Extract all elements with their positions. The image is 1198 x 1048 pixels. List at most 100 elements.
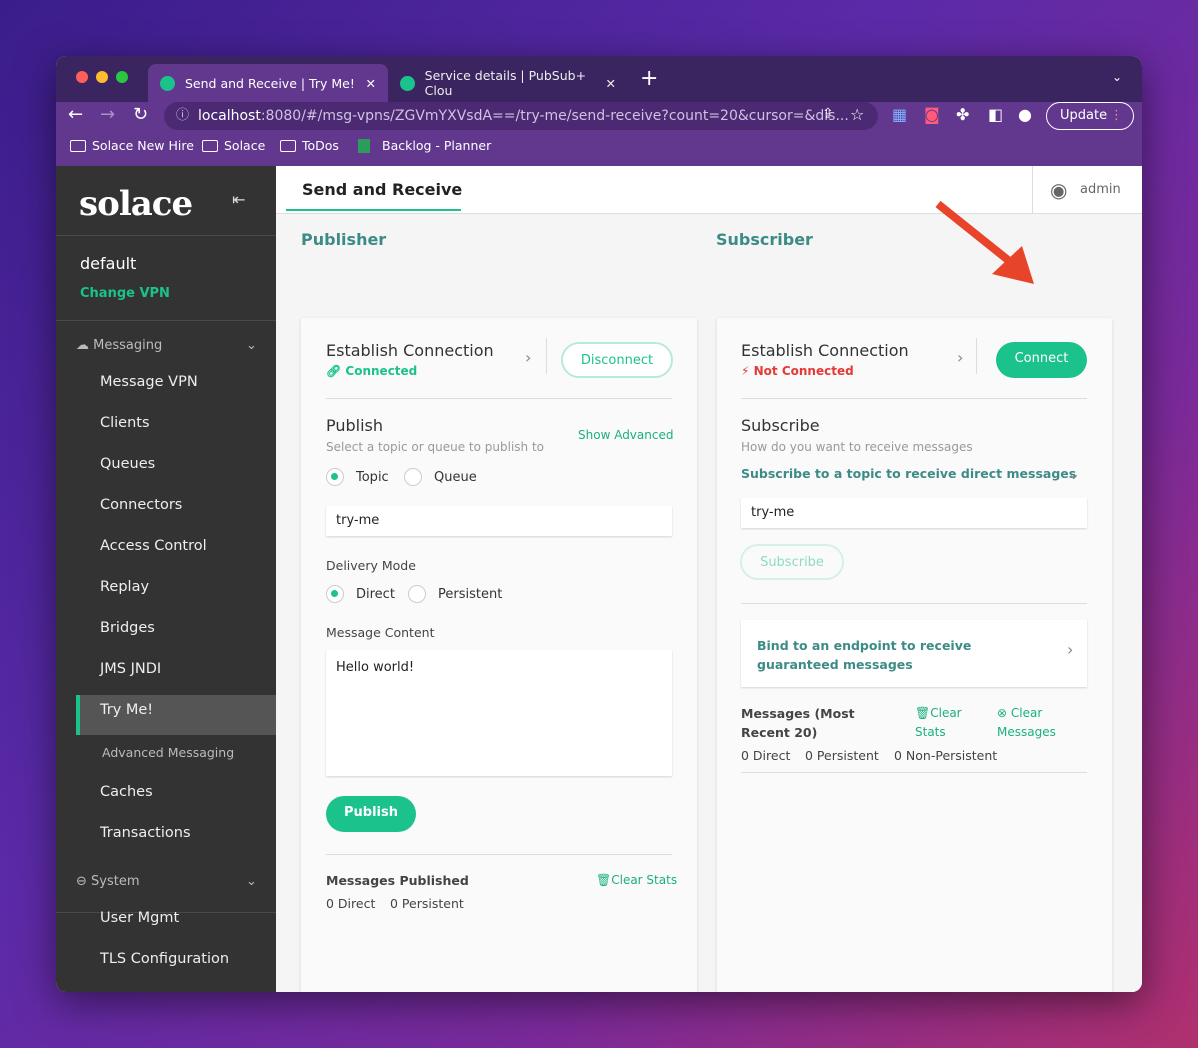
messaging-section[interactable]: ☁ Messaging ⌄	[76, 338, 257, 353]
close-tab-icon[interactable]: ✕	[606, 76, 616, 91]
persistent-radio[interactable]	[408, 585, 426, 603]
persistent-label: Persistent	[438, 587, 503, 602]
bookmark-label: Solace	[224, 138, 266, 153]
system-section[interactable]: ⊖ System ⌄	[76, 874, 257, 889]
divider	[326, 398, 672, 399]
collapse-sidebar-icon[interactable]: ⇤	[232, 190, 245, 209]
subscribe-button[interactable]: Subscribe	[740, 544, 844, 580]
update-button[interactable]: Update ⋮	[1046, 102, 1134, 130]
sidebar-item-jms-jndi[interactable]: JMS JNDI	[100, 661, 161, 677]
sidebar-item-caches[interactable]: Caches	[100, 784, 153, 800]
bookmark-todos[interactable]: ToDos	[280, 138, 339, 153]
forward-icon[interactable]: →	[100, 104, 115, 125]
subscriber-title: Subscriber	[716, 230, 813, 249]
queue-radio[interactable]	[404, 468, 422, 486]
link-icon: 🔗︎	[326, 364, 342, 378]
sidebar-item-clients[interactable]: Clients	[100, 415, 150, 431]
close-circle-icon: ⊗	[997, 706, 1008, 720]
subscribe-subtitle: How do you want to receive messages	[741, 440, 973, 454]
sidebar-item-replay[interactable]: Replay	[100, 579, 149, 595]
tab-bar: Send and Receive | Try Me! ✕ Service deta…	[56, 56, 1142, 102]
user-name[interactable]: admin	[1080, 182, 1121, 197]
chevron-right-icon[interactable]: ›	[525, 348, 531, 367]
bookmark-label: Backlog - Planner	[382, 138, 492, 153]
folder-icon	[70, 139, 86, 152]
chevron-right-icon[interactable]: ›	[957, 348, 963, 367]
clear-messages-button[interactable]: ⊗ Clear Messages	[997, 704, 1077, 742]
profile-icon[interactable]: ●	[1018, 105, 1032, 124]
minimize-window-button[interactable]	[96, 71, 108, 83]
message-content-label: Message Content	[326, 625, 435, 640]
connect-button[interactable]: Connect	[996, 342, 1087, 378]
establish-connection-title: Establish Connection	[326, 341, 494, 360]
new-tab-button[interactable]: +	[640, 66, 658, 91]
extensions-icon[interactable]: ✤	[956, 105, 969, 124]
messages-published-label: Messages Published	[326, 873, 469, 888]
section-label: System	[91, 874, 140, 889]
direct-count: 0 Direct	[326, 896, 376, 911]
topic-radio[interactable]	[326, 468, 344, 486]
topic-subscription-input[interactable]: try-me	[741, 498, 1087, 528]
sidebar-item-try-me[interactable]: Try Me!	[100, 702, 153, 718]
delivery-mode-label: Delivery Mode	[326, 558, 416, 573]
bookmark-solace-new-hire[interactable]: Solace New Hire	[70, 138, 194, 153]
status-text: Connected	[345, 364, 418, 378]
address-bar[interactable]: ⓘ localhost:8080/#/msg-vpns/ZGVmYXVsdA==/…	[164, 102, 878, 130]
maximize-window-button[interactable]	[116, 71, 128, 83]
solace-logo[interactable]: solace	[79, 184, 193, 224]
publish-button[interactable]: Publish	[326, 796, 416, 832]
tab-title: Send and Receive | Try Me!	[185, 75, 355, 91]
bookmark-backlog[interactable]: Backlog - Planner	[358, 138, 491, 153]
grid-extension-icon[interactable]: ▦	[892, 105, 907, 124]
tab-search-chevron-icon[interactable]: ⌄	[1112, 70, 1122, 84]
sidebar-item-tls-configuration[interactable]: TLS Configuration	[100, 951, 229, 967]
status-text: Not Connected	[753, 364, 854, 378]
annotation-arrow-icon	[935, 200, 1034, 284]
clear-stats-button[interactable]: 🗑︎Clear Stats	[596, 873, 677, 887]
sidebar-item-user-mgmt[interactable]: User Mgmt	[100, 910, 179, 926]
clear-stats-button[interactable]: 🗑︎Clear Stats	[915, 704, 985, 742]
sidebar-item-connectors[interactable]: Connectors	[100, 497, 182, 513]
sidebar-item-advanced-messaging[interactable]: Advanced Messaging	[102, 745, 234, 760]
direct-radio[interactable]	[326, 585, 344, 603]
star-icon[interactable]: ☆	[850, 105, 864, 124]
sidebar-item-access-control[interactable]: Access Control	[100, 538, 207, 554]
bookmark-solace[interactable]: Solace	[202, 138, 265, 153]
publish-subtitle: Select a topic or queue to publish to	[326, 440, 544, 454]
pocket-icon[interactable]: ◙	[924, 105, 940, 124]
sidepanel-icon[interactable]: ◧	[988, 105, 1003, 124]
clear-stats-label: Clear Stats	[611, 873, 678, 887]
subscribe-mode-select[interactable]: Subscribe to a topic to receive direct m…	[741, 466, 1076, 481]
bind-endpoint-panel[interactable]: Bind to an endpoint to receive guarantee…	[741, 620, 1087, 687]
show-advanced-link[interactable]: Show Advanced	[578, 428, 673, 442]
chevron-down-icon[interactable]: ⌄	[1067, 464, 1080, 483]
divider	[741, 398, 1087, 399]
user-avatar-icon[interactable]: ◉	[1050, 178, 1067, 202]
publish-title: Publish	[326, 416, 384, 435]
close-window-button[interactable]	[76, 71, 88, 83]
reload-icon[interactable]: ↻	[133, 104, 148, 125]
sidebar-item-queues[interactable]: Queues	[100, 456, 155, 472]
tab-send-receive-page[interactable]: Send and Receive	[302, 180, 462, 199]
url-host: localhost	[198, 108, 261, 124]
bookmark-label: ToDos	[302, 138, 339, 153]
close-tab-icon[interactable]: ✕	[366, 76, 376, 91]
divider	[326, 854, 672, 855]
trash-icon: 🗑︎	[915, 706, 931, 720]
destination-input[interactable]: try-me	[326, 506, 672, 536]
change-vpn-link[interactable]: Change VPN	[80, 286, 170, 301]
bind-endpoint-label: Bind to an endpoint to receive guarantee…	[757, 638, 972, 672]
message-content-textarea[interactable]: Hello world!	[326, 650, 672, 776]
tab-title: Service details | PubSub+ Clou	[424, 68, 587, 98]
back-icon[interactable]: ←	[68, 104, 83, 125]
vpn-name: default	[80, 254, 137, 273]
disconnect-button[interactable]: Disconnect	[561, 342, 673, 378]
subscribe-title: Subscribe	[741, 416, 820, 435]
sidebar-item-transactions[interactable]: Transactions	[100, 825, 191, 841]
sidebar-item-message-vpn[interactable]: Message VPN	[100, 374, 198, 390]
tab-service-details[interactable]: Service details | PubSub+ Clou ✕	[388, 64, 628, 102]
sidebar-item-bridges[interactable]: Bridges	[100, 620, 155, 636]
tab-send-receive[interactable]: Send and Receive | Try Me! ✕	[148, 64, 388, 102]
share-icon[interactable]: ⇪	[822, 106, 834, 122]
folder-icon	[202, 139, 218, 152]
